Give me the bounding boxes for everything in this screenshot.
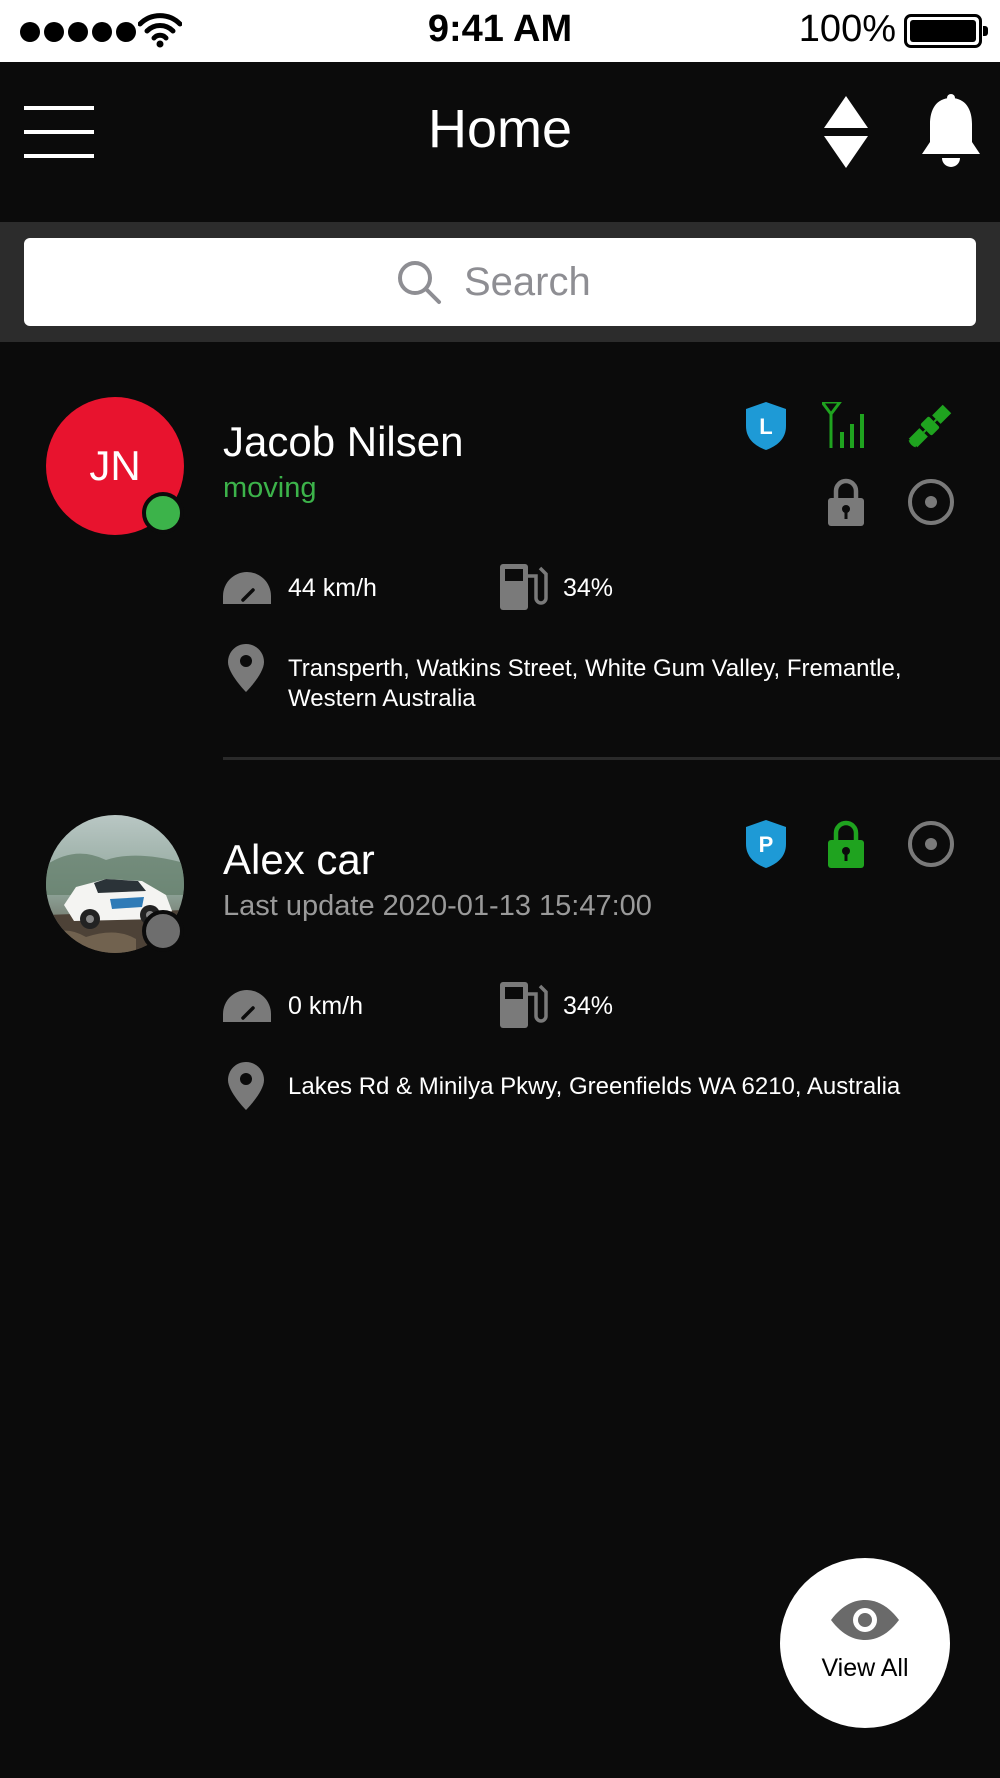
speed-value: 0 km/h	[288, 992, 364, 1020]
online-status-dot	[142, 492, 184, 534]
vehicle-card-jacob-nilsen[interactable]: JN Jacob Nilsen moving L 44 km/h 34% Tra…	[0, 342, 1000, 760]
notification-bell-icon[interactable]	[918, 94, 984, 170]
speedometer-icon	[223, 572, 271, 604]
location-pin-icon	[228, 1062, 264, 1110]
search-input[interactable]	[464, 259, 604, 305]
avatar-initials: JN	[89, 442, 141, 489]
search-box[interactable]	[24, 238, 976, 326]
locate-target-icon[interactable]	[907, 820, 955, 868]
vehicle-last-update: Last update 2020-01-13 15:47:00	[223, 890, 652, 922]
fuel-value: 34%	[563, 574, 614, 602]
app-header: Home	[0, 62, 1000, 222]
location-pin-icon	[228, 644, 264, 692]
svg-text:L: L	[759, 414, 772, 439]
vehicle-name: Jacob Nilsen	[223, 418, 464, 465]
speedometer-icon	[223, 990, 271, 1022]
search-bar-container	[0, 222, 1000, 342]
offline-status-dot	[142, 910, 184, 952]
vehicle-card-alex-car[interactable]: Alex car Last update 2020-01-13 15:47:00…	[0, 760, 1000, 1140]
fuel-pump-icon	[500, 982, 548, 1028]
svg-text:P: P	[759, 832, 774, 857]
fuel-value: 34%	[563, 992, 614, 1020]
fuel-pump-icon	[500, 564, 548, 610]
vehicle-address: Transperth, Watkins Street, White Gum Va…	[288, 655, 902, 712]
search-icon	[398, 261, 441, 304]
parking-shield-badge-icon: P	[746, 820, 786, 868]
status-bar: 9:41 AM 100%	[0, 0, 1000, 62]
lock-icon[interactable]	[828, 820, 864, 868]
vehicle-address: Lakes Rd & Minilya Pkwy, Greenfields WA …	[288, 1073, 901, 1100]
sort-icon[interactable]	[824, 96, 868, 168]
battery-percentage: 100%	[798, 8, 896, 50]
view-all-button[interactable]: View All	[780, 1558, 950, 1728]
satellite-icon	[908, 404, 952, 448]
locate-target-icon[interactable]	[907, 478, 955, 526]
lock-icon[interactable]	[828, 478, 864, 526]
vehicle-status: moving	[223, 472, 317, 504]
eye-icon	[831, 1600, 899, 1640]
shield-badge-icon: L	[746, 402, 786, 450]
speed-value: 44 km/h	[288, 574, 377, 602]
signal-strength-icon	[822, 402, 864, 448]
view-all-label: View All	[821, 1654, 909, 1682]
battery-icon	[904, 14, 988, 48]
vehicle-name: Alex car	[223, 836, 375, 883]
